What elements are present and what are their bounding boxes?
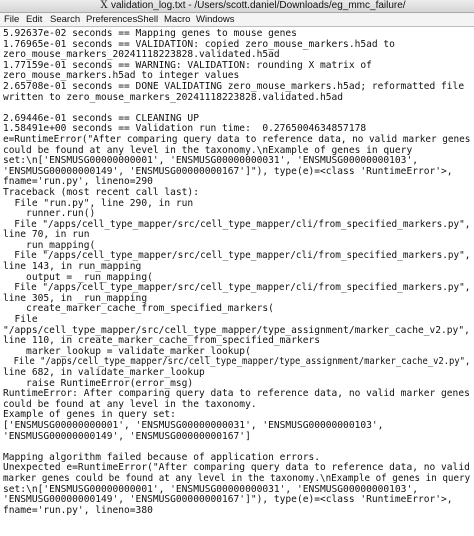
menu-macro[interactable]: Macro — [164, 13, 190, 26]
window-title: validation_log.txt - /Users/scott.daniel… — [111, 0, 406, 11]
log-line: written to zero_mouse_markers_2024111822… — [3, 91, 344, 103]
log-line: create_marker_cache_from_specified_marke… — [3, 303, 274, 315]
menu-preferences[interactable]: Preferences — [86, 13, 137, 26]
log-line: fname='run.py', lineno=380 — [3, 504, 153, 516]
menu-edit[interactable]: Edit — [26, 13, 42, 26]
log-line: 'ENSMUSG00000000149', 'ENSMUSG0000000016… — [3, 430, 251, 442]
nedit-x-icon: X — [100, 0, 108, 11]
menu-shell[interactable]: Shell — [137, 13, 158, 26]
menu-search[interactable]: Search — [50, 13, 80, 26]
menu-bar: File Edit Search Preferences Shell Macro… — [0, 13, 474, 27]
window-titlebar[interactable]: X validation_log.txt - /Users/scott.dani… — [0, 0, 474, 13]
menu-file[interactable]: File — [4, 13, 19, 26]
menu-windows[interactable]: Windows — [196, 13, 235, 26]
text-editor-area[interactable]: 5.92637e-02 seconds == Mapping genes to … — [3, 29, 471, 534]
